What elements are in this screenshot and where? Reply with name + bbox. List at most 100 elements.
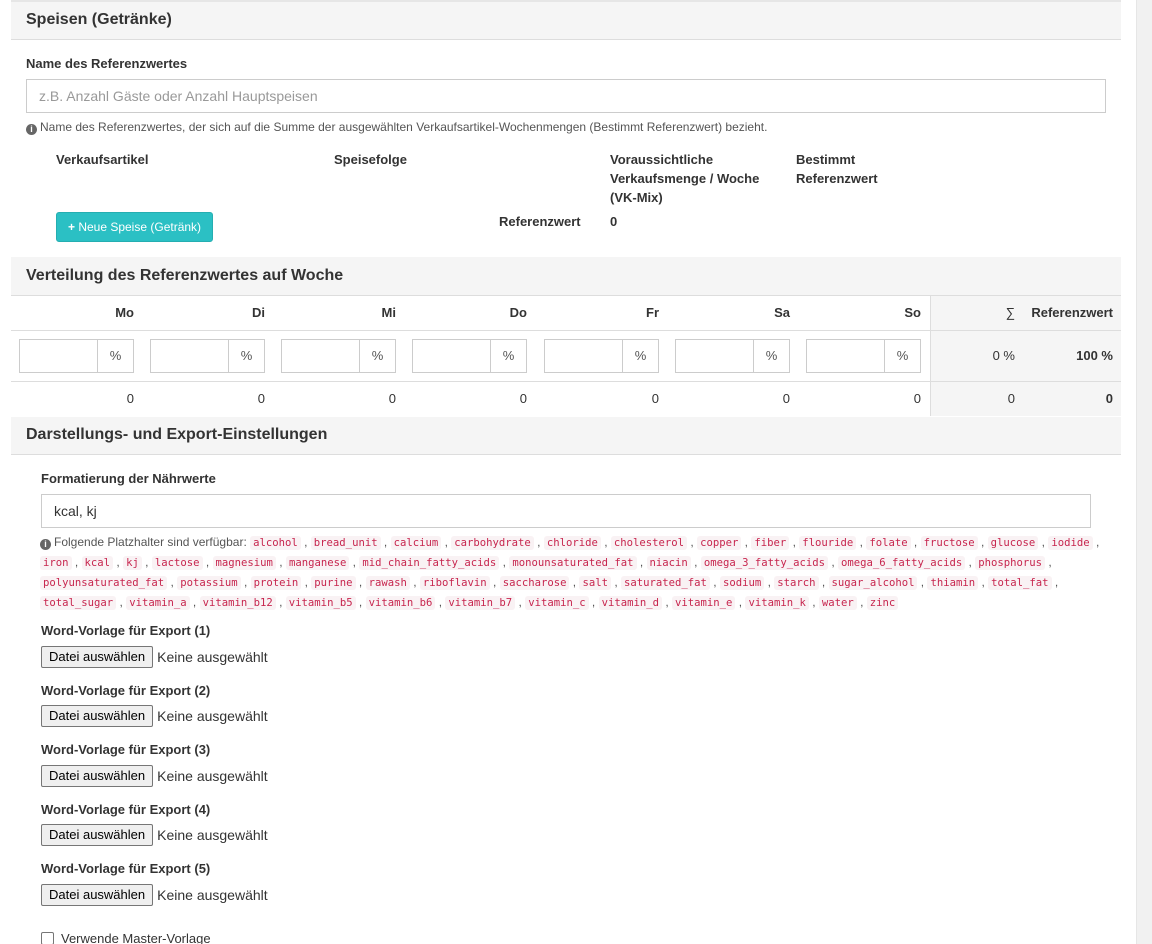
col-bestimmt-line1: Bestimmt <box>796 152 856 167</box>
placeholder-token: omega_3_fatty_acids <box>700 556 828 570</box>
day-value-di: 0 <box>257 391 265 406</box>
percent-addon: % <box>622 339 659 373</box>
day-header-so: So <box>904 305 921 320</box>
week-header-divider <box>11 330 1121 331</box>
placeholder-token: phosphorus <box>975 556 1045 570</box>
placeholder-token: vitamin_e <box>672 596 736 610</box>
percent-addon: % <box>490 339 527 373</box>
placeholder-token: potassium <box>177 576 241 590</box>
page-scrollbar[interactable] <box>1136 0 1152 944</box>
choose-file-button[interactable]: Datei auswählen <box>41 765 154 787</box>
col-verkaufsmenge: Voraussichtliche Verkaufsmenge / Woche (… <box>610 150 759 207</box>
placeholder-token: salt <box>579 576 611 590</box>
template-file-row-2: Datei auswählen Keine ausgewählt <box>41 705 268 727</box>
template-file-row-5: Datei auswählen Keine ausgewählt <box>41 884 268 906</box>
placeholder-token: zinc <box>866 596 899 610</box>
template-file-row-4: Datei auswählen Keine ausgewählt <box>41 824 268 846</box>
col-verkaufsmenge-line2: Verkaufsmenge / Woche <box>610 171 760 186</box>
ref-header: Referenzwert <box>1031 305 1113 320</box>
percent-addon: % <box>228 339 265 373</box>
day-header-do: Do <box>509 305 527 320</box>
percent-group-do: % <box>412 339 527 373</box>
choose-file-button[interactable]: Datei auswählen <box>41 824 154 846</box>
placeholder-token: polyunsaturated_fat <box>40 576 168 590</box>
choose-file-button[interactable]: Datei auswählen <box>41 646 154 668</box>
placeholder-token: folate <box>866 536 911 550</box>
file-status: Keine ausgewählt <box>157 827 268 843</box>
placeholder-token: total_fat <box>988 576 1052 590</box>
percent-input-mi[interactable] <box>281 339 359 373</box>
referenzwert-label: Referenzwert <box>499 214 581 229</box>
master-template-checkbox[interactable] <box>41 932 54 944</box>
template-label-3: Word-Vorlage für Export (3) <box>41 742 211 757</box>
placeholder-intro: Folgende Platzhalter sind verfügbar: <box>54 535 247 549</box>
sum-header: ∑ <box>1005 305 1015 320</box>
placeholder-token: rawash <box>365 576 410 590</box>
placeholder-token: vitamin_b5 <box>285 596 356 610</box>
section-verteilung-heading: Verteilung des Referenzwertes auf Woche <box>11 257 1121 296</box>
ref-value: 0 <box>1105 391 1113 406</box>
choose-file-button[interactable]: Datei auswählen <box>41 705 154 727</box>
template-file-row-1: Datei auswählen Keine ausgewählt <box>41 646 268 668</box>
reference-help-text: Name des Referenzwertes, der sich auf di… <box>40 120 768 134</box>
file-status: Keine ausgewählt <box>157 887 268 903</box>
placeholder-token: water <box>818 596 857 610</box>
percent-input-mo[interactable] <box>19 339 97 373</box>
master-template-option: Verwende Master-Vorlage <box>41 931 211 944</box>
master-template-label: Verwende Master-Vorlage <box>61 931 211 944</box>
placeholder-token: alcohol <box>250 536 301 550</box>
template-label-1: Word-Vorlage für Export (1) <box>41 623 211 638</box>
col-bestimmt-line2: Referenzwert <box>796 171 878 186</box>
day-value-mi: 0 <box>388 391 396 406</box>
reference-help: i Name des Referenzwertes, der sich auf d… <box>26 118 767 137</box>
placeholder-token: protein <box>250 576 302 590</box>
reference-name-input[interactable] <box>26 79 1106 113</box>
placeholder-token: vitamin_b7 <box>445 596 516 610</box>
placeholder-token: manganese <box>285 556 350 570</box>
file-status: Keine ausgewählt <box>157 768 268 784</box>
day-header-mi: Mi <box>381 305 396 320</box>
template-label-5: Word-Vorlage für Export (5) <box>41 861 211 876</box>
choose-file-button[interactable]: Datei auswählen <box>41 884 154 906</box>
placeholder-token: vitamin_a <box>126 596 190 610</box>
ref-percent: 100 % <box>1076 348 1113 363</box>
placeholder-token: saccharose <box>499 576 570 590</box>
placeholder-token: vitamin_b6 <box>365 596 436 610</box>
percent-input-sa[interactable] <box>675 339 753 373</box>
col-bestimmt-referenzwert: Bestimmt Referenzwert <box>796 150 878 188</box>
template-label-4: Word-Vorlage für Export (4) <box>41 802 211 817</box>
day-header-sa: Sa <box>774 305 790 320</box>
percent-input-so[interactable] <box>806 339 884 373</box>
placeholder-token: mid_chain_fatty_acids <box>359 556 500 570</box>
placeholder-token: iodide <box>1048 536 1093 550</box>
percent-input-do[interactable] <box>412 339 490 373</box>
placeholder-token: fructose <box>920 536 978 550</box>
placeholder-token: glucose <box>987 536 1039 550</box>
placeholder-token: starch <box>774 576 819 590</box>
new-speise-label: Neue Speise (Getränk) <box>78 220 202 234</box>
sum-percent: 0 % <box>992 348 1015 363</box>
placeholder-help: i Folgende Platzhalter sind verfügbar: al… <box>40 533 1100 613</box>
percent-addon: % <box>359 339 396 373</box>
placeholder-token: thiamin <box>927 576 979 590</box>
sum-value: 0 <box>1007 391 1015 406</box>
col-verkaufsmenge-line3: (VK-Mix) <box>610 190 663 205</box>
format-input[interactable] <box>41 494 1091 528</box>
template-file-row-3: Datei auswählen Keine ausgewählt <box>41 765 268 787</box>
day-header-di: Di <box>252 305 265 320</box>
new-speise-button[interactable]: + Neue Speise (Getränk) <box>56 212 213 242</box>
percent-group-sa: % <box>675 339 790 373</box>
placeholder-token: sodium <box>719 576 765 590</box>
placeholder-token: vitamin_d <box>598 596 663 610</box>
file-status: Keine ausgewählt <box>157 708 268 724</box>
percent-input-fr[interactable] <box>544 339 622 373</box>
section-speisen-heading: Speisen (Getränke) <box>11 2 1121 40</box>
placeholder-token: sugar_alcohol <box>828 576 918 590</box>
percent-input-di[interactable] <box>150 339 228 373</box>
day-value-so: 0 <box>913 391 921 406</box>
placeholder-token: vitamin_c <box>525 596 589 610</box>
placeholder-token: monounsaturated_fat <box>509 556 637 570</box>
day-header-fr: Fr <box>646 305 659 320</box>
placeholder-token: kcal <box>81 556 114 570</box>
placeholder-token: purine <box>311 576 356 590</box>
